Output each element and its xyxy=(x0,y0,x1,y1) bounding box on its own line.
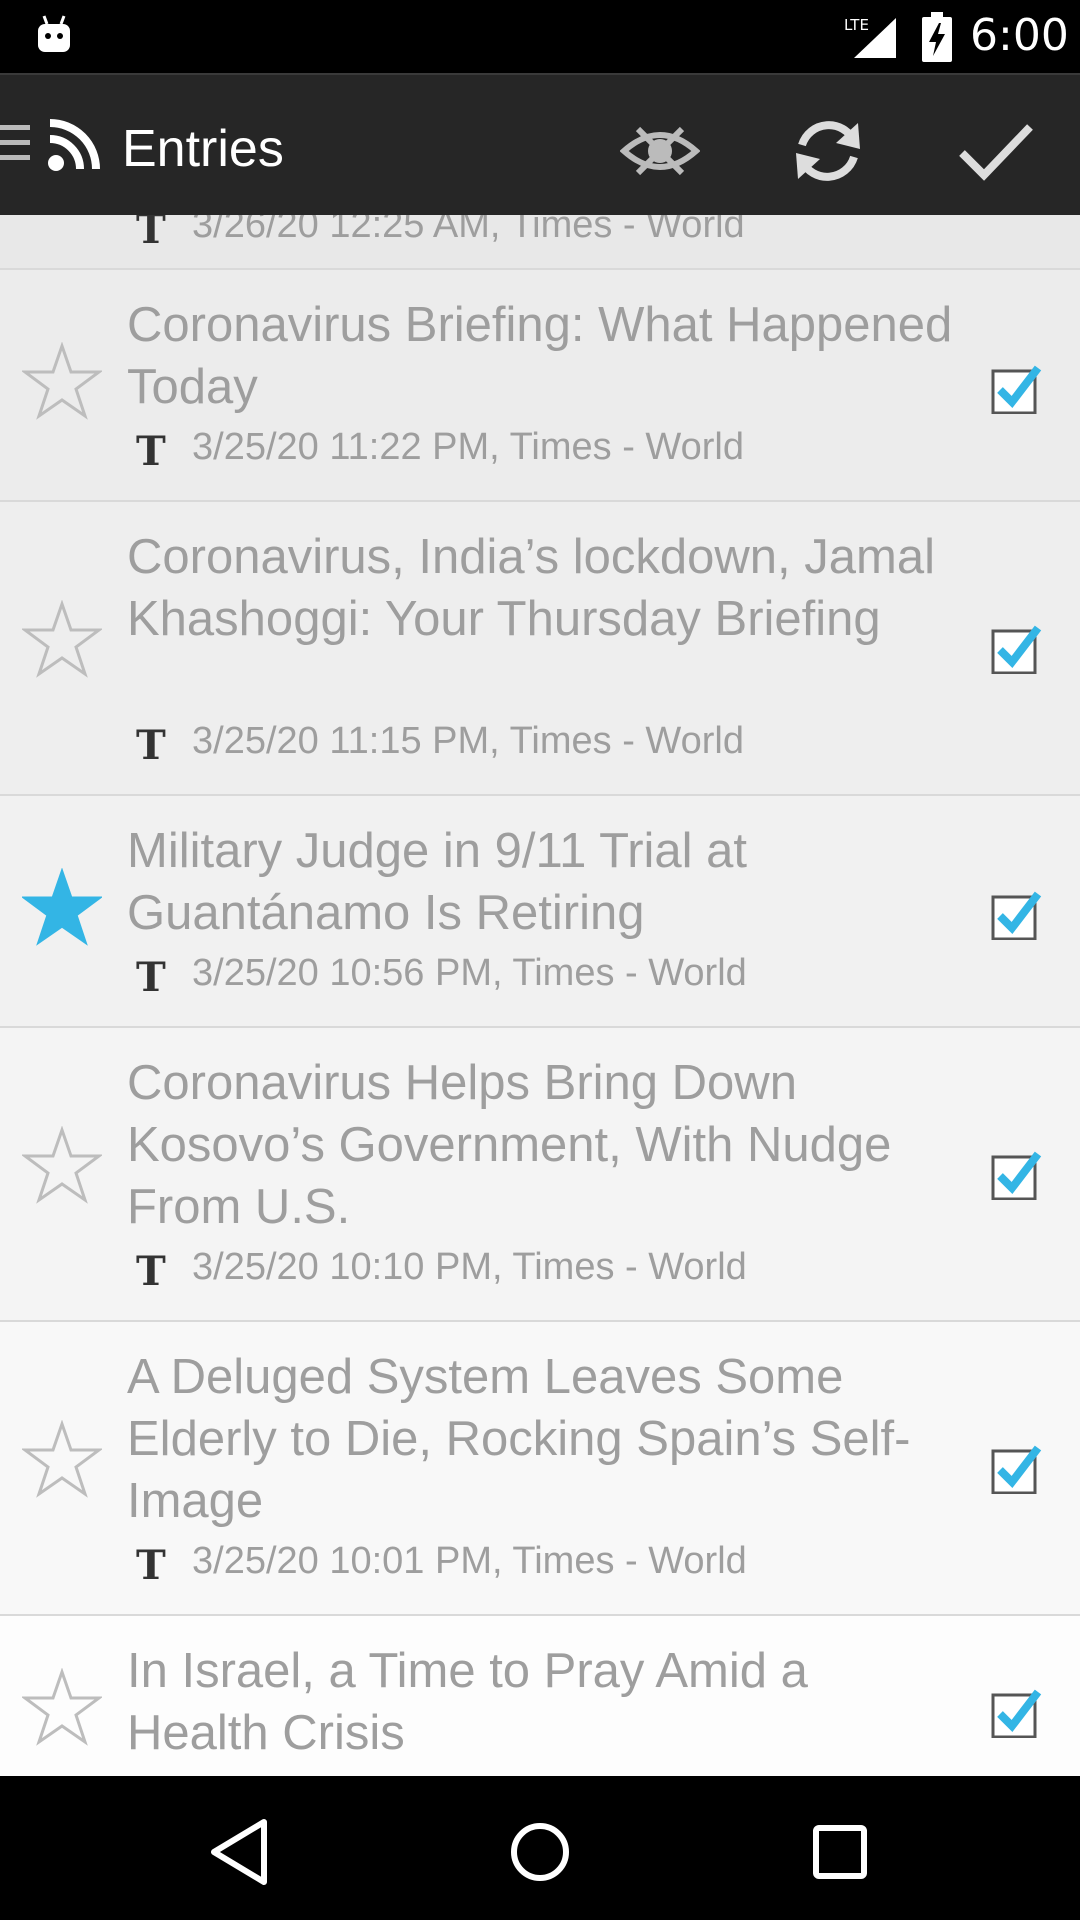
status-time: 6:00 xyxy=(970,10,1069,61)
page-title: Entries xyxy=(122,120,284,178)
mark-all-read-icon[interactable] xyxy=(956,111,1036,191)
nyt-logo-icon: T xyxy=(136,954,166,997)
svg-text:T: T xyxy=(136,215,166,249)
entry-meta: T 3/25/20 10:01 PM, Times - World xyxy=(132,1537,747,1585)
refresh-icon[interactable] xyxy=(788,111,868,191)
nyt-logo-icon: T xyxy=(136,722,166,765)
read-checkbox[interactable] xyxy=(990,1442,1042,1494)
svg-text:T: T xyxy=(136,428,166,471)
list-item[interactable]: T 3/26/20 12:25 AM, Times - World xyxy=(0,215,1080,270)
entries-list[interactable]: T 3/26/20 12:25 AM, Times - World Coronav… xyxy=(0,215,1080,1776)
battery-charging-icon xyxy=(922,12,952,62)
list-item[interactable]: In Israel, a Time to Pray Amid a Health … xyxy=(0,1616,1080,1776)
list-item[interactable]: Coronavirus, India’s lockdown, Jamal Kha… xyxy=(0,502,1080,796)
home-icon[interactable] xyxy=(500,1812,580,1892)
rss-icon[interactable] xyxy=(46,117,102,173)
entry-meta: T 3/25/20 10:56 PM, Times - World xyxy=(132,949,747,997)
list-item[interactable]: Coronavirus Helps Bring Down Kosovo’s Go… xyxy=(0,1028,1080,1322)
entry-meta: T 3/25/20 11:22 PM, Times - World xyxy=(132,423,744,471)
entry-headline: In Israel, a Time to Pray Amid a Health … xyxy=(127,1644,808,1760)
entry-headline: Military Judge in 9/11 Trial at Guantána… xyxy=(127,824,748,940)
navigation-bar xyxy=(0,1776,1080,1920)
svg-text:T: T xyxy=(136,722,166,765)
read-checkbox[interactable] xyxy=(990,362,1042,414)
read-checkbox[interactable] xyxy=(990,1686,1042,1738)
entry-headline: A Deluged System Leaves Some Elderly to … xyxy=(127,1350,911,1528)
star-outline-icon[interactable] xyxy=(22,600,102,680)
android-notification-icon xyxy=(38,15,70,52)
list-item[interactable]: A Deluged System Leaves Some Elderly to … xyxy=(0,1322,1080,1616)
entry-headline: Coronavirus Briefing: What Happened Toda… xyxy=(127,298,953,414)
entry-headline: Coronavirus, India’s lockdown, Jamal Kha… xyxy=(127,530,935,646)
entry-meta: T 3/25/20 10:10 PM, Times - World xyxy=(132,1243,747,1291)
list-item[interactable]: Military Judge in 9/11 Trial at Guantána… xyxy=(0,796,1080,1028)
nyt-logo-icon: T xyxy=(136,428,166,471)
read-checkbox[interactable] xyxy=(990,888,1042,940)
star-outline-icon[interactable] xyxy=(22,342,102,422)
recents-icon[interactable] xyxy=(800,1812,880,1892)
read-checkbox[interactable] xyxy=(990,622,1042,674)
star-outline-icon[interactable] xyxy=(22,1420,102,1500)
svg-text:T: T xyxy=(136,1542,166,1585)
entry-headline: Coronavirus Helps Bring Down Kosovo’s Go… xyxy=(127,1056,892,1234)
nyt-logo-icon: T xyxy=(136,215,166,249)
star-outline-icon[interactable] xyxy=(22,1668,102,1748)
list-item[interactable]: Coronavirus Briefing: What Happened Toda… xyxy=(0,270,1080,502)
star-outline-icon[interactable] xyxy=(22,1126,102,1206)
action-bar: Entries xyxy=(0,73,1080,215)
nyt-logo-icon: T xyxy=(136,1542,166,1585)
lte-signal-icon: LTE xyxy=(844,16,896,58)
hide-read-icon[interactable] xyxy=(620,111,700,191)
svg-text:T: T xyxy=(136,954,166,997)
status-bar: LTE 6:00 xyxy=(0,0,1080,73)
read-checkbox[interactable] xyxy=(990,1148,1042,1200)
entry-meta: T 3/25/20 11:15 PM, Times - World xyxy=(132,717,744,765)
svg-text:T: T xyxy=(136,1248,166,1291)
svg-text:LTE: LTE xyxy=(844,16,869,34)
star-filled-icon[interactable] xyxy=(22,868,102,948)
drawer-icon[interactable] xyxy=(0,121,30,165)
back-icon[interactable] xyxy=(200,1812,280,1892)
entry-meta: T 3/26/20 12:25 AM, Times - World xyxy=(132,215,745,249)
nyt-logo-icon: T xyxy=(136,1248,166,1291)
